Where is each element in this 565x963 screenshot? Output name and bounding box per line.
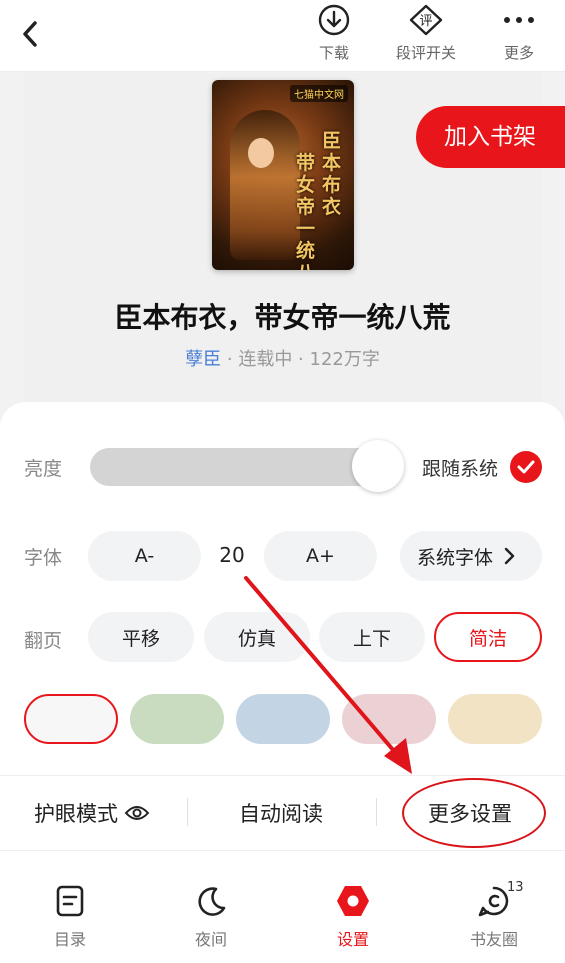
reader-settings-panel <box>0 402 565 963</box>
brightness-label: 亮度 <box>24 458 63 480</box>
book-title: 臣本布衣，带女帝一统八荒 <box>114 301 451 334</box>
back-button[interactable] <box>14 16 46 52</box>
book-cover[interactable]: 七猫中文网 臣本布衣 带女帝一统八荒 <box>212 80 354 270</box>
font-increase-button[interactable]: A+ <box>264 531 377 581</box>
font-family-button[interactable]: 系统字体 <box>400 531 542 581</box>
divider <box>376 798 377 826</box>
tab-settings-label: 设置 <box>336 930 369 949</box>
book-friends-icon <box>478 886 509 917</box>
tab-night[interactable]: 夜间 <box>166 882 256 950</box>
background-pink-swatch[interactable] <box>342 694 436 744</box>
comment-toggle-icon-text: 评 <box>419 14 432 29</box>
top-toolbar: 下载 评 段评开关 更多 <box>0 0 565 72</box>
page-turn-simulation-option[interactable]: 仿真 <box>204 612 310 662</box>
tab-settings[interactable]: 设置 <box>308 882 398 950</box>
book-friends-count-badge: 13 <box>507 880 524 895</box>
font-size-value: 20 <box>219 543 245 567</box>
settings-icon <box>337 886 369 916</box>
background-white-swatch[interactable] <box>24 694 118 744</box>
divider <box>187 798 188 826</box>
divider <box>0 850 565 851</box>
catalog-icon <box>56 885 84 917</box>
tab-night-label: 夜间 <box>194 930 227 949</box>
moon-icon <box>198 887 226 916</box>
font-decrease-button[interactable]: A- <box>88 531 201 581</box>
page-turn-vertical-option[interactable]: 上下 <box>319 612 425 662</box>
eye-care-label: 护眼模式 <box>34 802 118 826</box>
cover-figure <box>230 110 300 260</box>
chevron-left-icon <box>23 21 37 47</box>
eye-care-mode-button[interactable]: 护眼模式 <box>34 798 150 828</box>
auto-read-button[interactable]: 自动阅读 <box>239 798 323 828</box>
more-button[interactable]: 更多 <box>479 2 559 68</box>
page-turn-slide-option[interactable]: 平移 <box>88 612 194 662</box>
chevron-right-icon <box>504 547 515 565</box>
add-to-shelf-button[interactable]: 加入书架 <box>416 106 565 168</box>
cover-face <box>248 138 274 168</box>
tab-catalog[interactable]: 目录 <box>25 882 115 950</box>
tab-catalog-label: 目录 <box>53 930 86 949</box>
divider <box>0 775 565 776</box>
cover-title-left: 带女帝一统八荒 <box>296 152 316 270</box>
font-label: 字体 <box>24 547 63 569</box>
cover-title-right: 臣本布衣 <box>322 130 342 218</box>
comment-toggle-button[interactable]: 评 段评开关 <box>386 2 466 68</box>
comment-toggle-label: 段评开关 <box>395 44 456 62</box>
page-turn-simple-option[interactable]: 简洁 <box>434 612 542 662</box>
more-settings-highlight-circle <box>402 778 546 848</box>
check-icon <box>517 460 535 474</box>
more-label: 更多 <box>503 44 534 62</box>
download-label: 下载 <box>318 44 349 62</box>
tab-book-friends-label: 书友圈 <box>469 930 518 949</box>
book-status: · 连载中 · 122万字 <box>221 349 380 370</box>
background-parchment-swatch[interactable] <box>448 694 542 744</box>
background-blue-swatch[interactable] <box>236 694 330 744</box>
author-link[interactable]: 孽臣 <box>185 349 221 370</box>
download-icon <box>318 4 350 36</box>
cover-publisher-badge: 七猫中文网 <box>290 85 348 102</box>
follow-system-label[interactable]: 跟随系统 <box>422 454 498 481</box>
book-meta: 孽臣 · 连载中 · 122万字 <box>0 345 565 371</box>
download-button[interactable]: 下载 <box>294 2 374 68</box>
follow-system-checkbox[interactable] <box>510 451 542 483</box>
tab-book-friends[interactable]: 书友圈 <box>449 882 539 950</box>
comment-toggle-icon: 评 <box>409 4 443 36</box>
font-family-label: 系统字体 <box>417 546 494 569</box>
background-green-swatch[interactable] <box>130 694 224 744</box>
more-icon <box>504 17 534 23</box>
page-turn-label: 翻页 <box>24 630 63 652</box>
brightness-slider-handle[interactable] <box>352 440 404 492</box>
eye-icon <box>124 806 150 820</box>
